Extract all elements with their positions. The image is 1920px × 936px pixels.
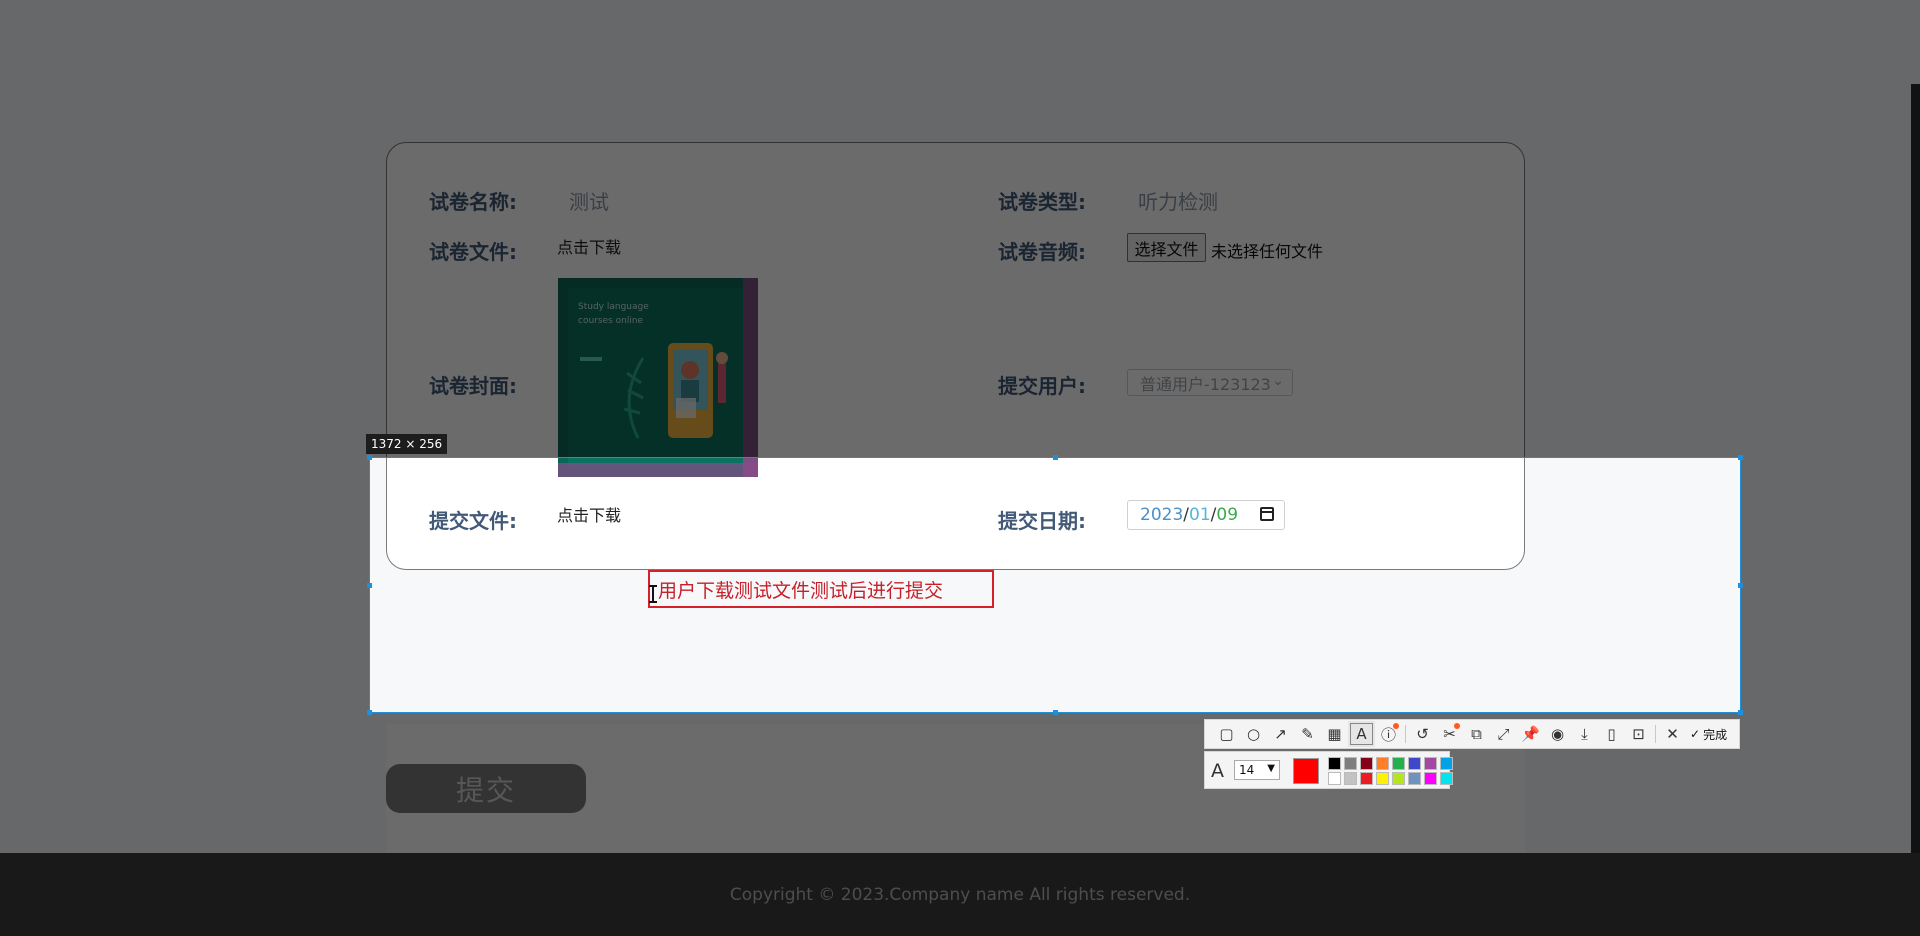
exam-type-label: 试卷类型:: [998, 190, 1086, 214]
arrow-tool-icon[interactable]: ↗: [1267, 721, 1294, 747]
cover-text-line-2: courses online: [578, 316, 644, 326]
download-icon[interactable]: ⤓: [1571, 721, 1598, 747]
color-swatch[interactable]: [1344, 772, 1357, 785]
submit-date-label: 提交日期:: [998, 509, 1086, 533]
text-cursor-icon: [649, 585, 657, 603]
scroll-capture-icon[interactable]: ⤢: [1490, 721, 1517, 747]
toolbar-divider: [1405, 725, 1406, 743]
font-size-value: 14: [1239, 763, 1255, 777]
translate-icon[interactable]: ⧉: [1463, 721, 1490, 747]
close-icon[interactable]: ✕: [1659, 721, 1686, 747]
scrollbar[interactable]: [1911, 84, 1920, 853]
color-swatch[interactable]: [1424, 772, 1437, 785]
exam-type-value: 听力检测: [1138, 190, 1218, 214]
exam-file-label: 试卷文件:: [429, 240, 517, 264]
ellipse-tool-icon[interactable]: ○: [1240, 721, 1267, 747]
mosaic-tool-icon[interactable]: ▦: [1321, 721, 1348, 747]
pen-tool-icon[interactable]: ✎: [1294, 721, 1321, 747]
selection-size-badge: 1372 × 256: [366, 434, 448, 454]
undo-icon[interactable]: ↺: [1409, 721, 1436, 747]
exam-name-value: 测试: [569, 190, 609, 214]
check-icon: ✓: [1690, 727, 1701, 741]
color-swatch[interactable]: [1392, 772, 1405, 785]
color-swatch[interactable]: [1424, 757, 1437, 770]
color-swatch[interactable]: [1440, 772, 1453, 785]
color-swatch[interactable]: [1440, 757, 1453, 770]
rectangle-tool-icon[interactable]: ▢: [1213, 721, 1240, 747]
font-size-select[interactable]: 14 ▼: [1234, 760, 1280, 780]
footer: Copyright © 2023.Company name All rights…: [0, 853, 1920, 936]
chevron-down-icon: ▼: [1267, 763, 1275, 774]
done-label: 完成: [1703, 727, 1728, 742]
exam-cover-label: 试卷封面:: [429, 374, 517, 398]
color-swatch[interactable]: [1360, 772, 1373, 785]
screenshot-toolbar: ▢ ○ ↗ ✎ ▦ A ⓘ ↺ ✂ ⧉ ⤢ 📌 ◉ ⤓ ▯ ⊡ ✕ ✓ 完成: [1204, 719, 1740, 749]
color-swatch[interactable]: [1344, 757, 1357, 770]
date-year: 2023: [1140, 505, 1184, 525]
text-style-bar: A 14 ▼: [1204, 751, 1453, 789]
calendar-icon[interactable]: [1260, 507, 1274, 521]
no-file-chosen-text: 未选择任何文件: [1211, 242, 1324, 261]
toolbar-divider: [1655, 725, 1656, 743]
cover-text-line-1: Study language: [578, 302, 649, 312]
current-color-swatch[interactable]: [1293, 758, 1319, 784]
submit-user-value: 普通用户-123123: [1140, 374, 1271, 394]
color-swatch[interactable]: [1360, 757, 1373, 770]
scissors-icon[interactable]: ✂: [1436, 721, 1463, 747]
color-swatch[interactable]: [1392, 757, 1405, 770]
submit-user-select[interactable]: 普通用户-123123 ⌄: [1127, 369, 1293, 396]
color-swatch[interactable]: [1328, 772, 1341, 785]
text-annotation-box[interactable]: 用户下载测试文件测试后进行提交: [648, 570, 994, 608]
choose-file-button[interactable]: 选择文件: [1127, 233, 1206, 262]
text-tool-icon[interactable]: A: [1348, 721, 1375, 747]
font-icon: A: [1211, 760, 1224, 782]
color-swatch[interactable]: [1408, 757, 1421, 770]
color-swatch[interactable]: [1376, 757, 1389, 770]
date-day: 09: [1216, 505, 1239, 525]
submit-date-input[interactable]: 2023/01/09: [1127, 500, 1285, 530]
bookmark-icon[interactable]: ⊡: [1625, 721, 1652, 747]
done-button[interactable]: ✓ 完成: [1690, 726, 1727, 743]
number-marker-icon[interactable]: ⓘ: [1375, 721, 1402, 747]
color-swatch[interactable]: [1408, 772, 1421, 785]
submit-file-label: 提交文件:: [429, 509, 517, 533]
exam-cover-image: Study language courses online: [558, 278, 758, 477]
phone-icon[interactable]: ▯: [1598, 721, 1625, 747]
record-icon[interactable]: ◉: [1544, 721, 1571, 747]
exam-audio-label: 试卷音频:: [998, 240, 1086, 264]
chevron-down-icon: ⌄: [1272, 373, 1284, 389]
copyright-text: Copyright © 2023.Company name All rights…: [729, 884, 1191, 905]
color-swatch[interactable]: [1376, 772, 1389, 785]
exam-name-label: 试卷名称:: [429, 190, 517, 214]
pin-icon[interactable]: 📌: [1517, 721, 1544, 747]
submit-file-download-link[interactable]: 点击下载: [557, 502, 621, 526]
submit-user-label: 提交用户:: [998, 374, 1086, 398]
color-swatch[interactable]: [1328, 757, 1341, 770]
color-palette: [1328, 757, 1455, 786]
date-month: 01: [1189, 505, 1211, 525]
submit-button[interactable]: 提交: [386, 764, 586, 813]
exam-file-download-link[interactable]: 点击下载: [557, 234, 621, 258]
